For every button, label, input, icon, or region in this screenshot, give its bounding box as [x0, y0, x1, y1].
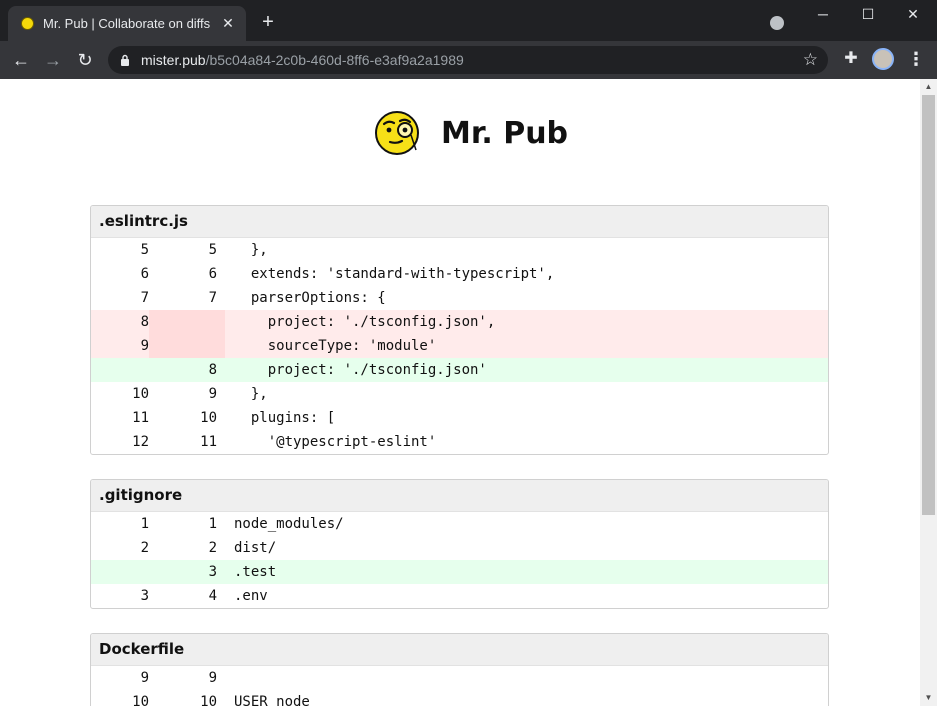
code-text: sourceType: 'module'	[234, 338, 437, 354]
diff-line[interactable]: 6 6 extends: 'standard-with-typescript',	[91, 262, 828, 286]
tab-search-icon[interactable]	[770, 16, 784, 30]
old-line-number: 9	[140, 338, 149, 354]
old-line-number: 1	[140, 516, 149, 532]
diff-line[interactable]: 7 7 parserOptions: {	[91, 286, 828, 310]
new-line-number: 8	[208, 362, 217, 378]
code-text: plugins: [	[234, 410, 336, 426]
new-line-number: 10	[200, 410, 217, 426]
diff-line[interactable]: 3 4 .env	[91, 584, 828, 608]
forward-icon[interactable]: →	[42, 49, 64, 71]
extensions-puzzle-icon[interactable]: ✚	[842, 50, 860, 68]
code-text: dist/	[234, 540, 277, 556]
new-line-number: 7	[208, 290, 217, 306]
old-line-number: 12	[132, 434, 149, 450]
diff-line[interactable]: 3 .test	[91, 560, 828, 584]
address-bar[interactable]: mister.pub/b5c04a84-2c0b-460d-8ff6-e3af9…	[108, 46, 828, 74]
site-header: Mr. Pub	[374, 110, 574, 158]
old-line-number: 8	[140, 314, 149, 330]
file-name-header[interactable]: Dockerfile	[91, 634, 828, 666]
bookmark-star-icon[interactable]: ☆	[803, 50, 818, 70]
diff-file: .gitignore 1 1 node_modules/2 2 dist/3 .test 3 4…	[90, 479, 829, 609]
page-viewport: Mr. Pub .eslintrc.js 5 5 }, 6 6 extends: 'st…	[0, 79, 920, 706]
tab-strip: Mr. Pub | Collaborate on diffs ✕ + ─ ☐ ✕	[0, 0, 937, 41]
browser-menu-icon[interactable]: ⋮	[907, 49, 925, 69]
new-line-number: 10	[200, 694, 217, 706]
new-line-number: 3	[208, 564, 217, 580]
reload-icon[interactable]: ↻	[74, 49, 96, 71]
diff-line[interactable]: 5 5 },	[91, 238, 828, 262]
scrollbar-thumb[interactable]	[922, 95, 935, 515]
browser-toolbar: ← → ↻ mister.pub/b5c04a84-2c0b-460d-8ff6…	[0, 41, 937, 79]
lock-icon	[121, 54, 129, 66]
url-text: mister.pub/b5c04a84-2c0b-460d-8ff6-e3af9…	[141, 52, 464, 68]
code-text: node_modules/	[234, 516, 344, 532]
code-text: },	[234, 386, 268, 402]
active-tab[interactable]: Mr. Pub | Collaborate on diffs ✕	[8, 6, 246, 41]
new-tab-icon[interactable]: +	[258, 12, 278, 32]
file-name-header[interactable]: .gitignore	[91, 480, 828, 512]
new-line-number	[149, 334, 225, 358]
tab-title: Mr. Pub | Collaborate on diffs	[43, 16, 211, 31]
monocle-face-icon	[375, 111, 419, 155]
diff-line[interactable]: 8 project: './tsconfig.json',	[91, 310, 828, 334]
old-line-number: 2	[140, 540, 149, 556]
scroll-up-icon[interactable]: ▲	[920, 80, 937, 94]
diff-line[interactable]: 99	[91, 666, 828, 690]
minimize-icon[interactable]: ─	[808, 4, 838, 24]
code-text: extends: 'standard-with-typescript',	[234, 266, 555, 282]
old-line-number: 7	[140, 290, 149, 306]
old-line-number: 6	[140, 266, 149, 282]
new-line-number: 5	[208, 242, 217, 258]
page-scrollbar[interactable]: ▲ ▼	[920, 79, 937, 706]
back-icon[interactable]: ←	[10, 49, 32, 71]
site-title: Mr. Pub	[441, 116, 569, 151]
code-text: project: './tsconfig.json'	[234, 362, 487, 378]
code-text: .env	[234, 588, 268, 604]
diff-line[interactable]: 8 project: './tsconfig.json'	[91, 358, 828, 382]
close-window-icon[interactable]: ✕	[898, 4, 928, 24]
old-line-number: 9	[140, 670, 149, 686]
old-line-number: 5	[140, 242, 149, 258]
url-path: /b5c04a84-2c0b-460d-8ff6-e3af9a2a1989	[205, 52, 464, 68]
profile-avatar[interactable]	[872, 48, 894, 70]
old-line-number: 3	[140, 588, 149, 604]
new-line-number: 6	[208, 266, 217, 282]
diff-line[interactable]: 1 1 node_modules/	[91, 512, 828, 536]
maximize-icon[interactable]: ☐	[853, 4, 883, 24]
mr-pub-favicon-icon	[21, 17, 34, 30]
diff-line[interactable]: 2 2 dist/	[91, 536, 828, 560]
code-text: parserOptions: {	[234, 290, 386, 306]
code-text: },	[234, 242, 268, 258]
code-text: '@typescript-eslint'	[234, 434, 437, 450]
url-host: mister.pub	[141, 52, 206, 68]
code-text: project: './tsconfig.json',	[234, 314, 496, 330]
old-line-number: 11	[132, 410, 149, 426]
file-name-header[interactable]: .eslintrc.js	[91, 206, 828, 238]
diff-file: Dockerfile 9 9 10 10 USER node	[90, 633, 829, 706]
code-text: USER node	[234, 694, 310, 706]
new-line-number: 1	[208, 516, 217, 532]
close-tab-icon[interactable]: ✕	[220, 15, 236, 31]
diff-line[interactable]: 11 10 plugins: [	[91, 406, 828, 430]
diff-line[interactable]: 9 sourceType: 'module'	[91, 334, 828, 358]
old-line-number: 10	[132, 386, 149, 402]
diff-line[interactable]: 12 11 '@typescript-eslint'	[91, 430, 828, 454]
new-line-number	[149, 310, 225, 334]
new-line-number: 4	[208, 588, 217, 604]
diff-file: .eslintrc.js 5 5 }, 6 6 extends: 'standard-w…	[90, 205, 829, 455]
scroll-down-icon[interactable]: ▼	[920, 691, 937, 705]
old-line-number: 10	[132, 694, 149, 706]
code-text: .test	[234, 564, 277, 580]
new-line-number: 9	[208, 670, 217, 686]
diff-line[interactable]: 10 10 USER node	[91, 690, 828, 706]
diff-line[interactable]: 10 9 },	[91, 382, 828, 406]
new-line-number: 11	[200, 434, 217, 450]
new-line-number: 2	[208, 540, 217, 556]
new-line-number: 9	[208, 386, 217, 402]
